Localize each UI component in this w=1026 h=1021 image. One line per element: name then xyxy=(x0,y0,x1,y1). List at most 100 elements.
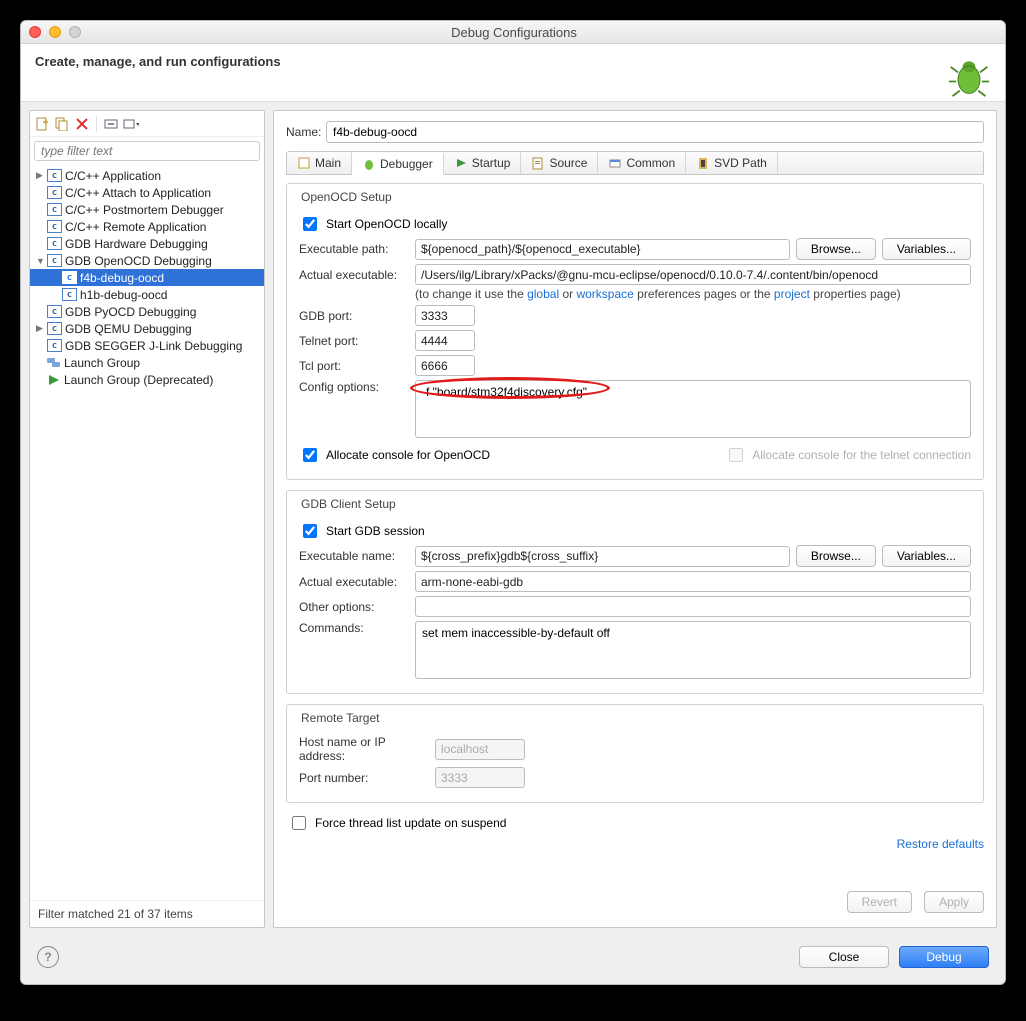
workspace-link[interactable]: workspace xyxy=(576,287,633,301)
start-gdb-checkbox[interactable] xyxy=(303,524,317,538)
alloc-console-checkbox[interactable] xyxy=(303,448,317,462)
tree-item-c-remote[interactable]: cC/C++ Remote Application xyxy=(30,218,264,235)
tab-label: Startup xyxy=(472,156,511,170)
tree-label: GDB PyOCD Debugging xyxy=(65,305,196,319)
gdb-other-input[interactable] xyxy=(415,596,971,617)
remote-port-input xyxy=(435,767,525,788)
launch-group-green-icon xyxy=(47,373,61,386)
delete-config-icon[interactable] xyxy=(74,116,90,132)
telnet-port-input[interactable] xyxy=(415,330,475,351)
tab-svd-path[interactable]: SVD Path xyxy=(686,152,778,174)
exe-path-label: Executable path: xyxy=(299,242,409,256)
gdb-exe-name-label: Executable name: xyxy=(299,549,409,563)
tree-item-gdb-hardware[interactable]: cGDB Hardware Debugging xyxy=(30,235,264,252)
config-name-input[interactable] xyxy=(326,121,984,143)
revert-button: Revert xyxy=(847,891,912,913)
tree-item-launch-group[interactable]: Launch Group xyxy=(30,354,264,371)
titlebar: Debug Configurations xyxy=(21,21,1005,44)
filter-input[interactable] xyxy=(34,141,260,161)
gdb-browse-button[interactable]: Browse... xyxy=(796,545,876,567)
tab-startup[interactable]: Startup xyxy=(444,152,522,174)
tree-label: GDB QEMU Debugging xyxy=(65,322,192,336)
change-note: (to change it use the global or workspac… xyxy=(415,287,901,301)
remote-target-group: Remote Target Host name or IP address: P… xyxy=(286,704,984,803)
remote-host-label: Host name or IP address: xyxy=(299,735,429,763)
main-tab-icon xyxy=(297,156,311,170)
tab-label: Common xyxy=(626,156,675,170)
gdb-exe-name-input[interactable] xyxy=(415,546,790,567)
config-options-textarea[interactable] xyxy=(415,380,971,438)
tree-item-c-attach[interactable]: cC/C++ Attach to Application xyxy=(30,184,264,201)
tree-item-c-postmortem[interactable]: cC/C++ Postmortem Debugger xyxy=(30,201,264,218)
tab-main[interactable]: Main xyxy=(287,152,352,174)
project-link[interactable]: project xyxy=(774,287,810,301)
start-openocd-label: Start OpenOCD locally xyxy=(326,217,447,231)
tree-label: f4b-debug-oocd xyxy=(80,271,164,285)
tree-item-launch-group-deprecated[interactable]: Launch Group (Deprecated) xyxy=(30,371,264,388)
window-title: Debug Configurations xyxy=(31,25,997,40)
gdb-commands-textarea[interactable] xyxy=(415,621,971,679)
tree-item-gdb-segger[interactable]: cGDB SEGGER J-Link Debugging xyxy=(30,337,264,354)
gdb-client-group: GDB Client Setup Start GDB session Execu… xyxy=(286,490,984,694)
tree-label: Launch Group (Deprecated) xyxy=(64,373,213,387)
gdb-port-input[interactable] xyxy=(415,305,475,326)
exe-path-input[interactable] xyxy=(415,239,790,260)
close-button[interactable]: Close xyxy=(799,946,889,968)
source-tab-icon xyxy=(531,156,545,170)
tree-label: C/C++ Application xyxy=(65,169,161,183)
gdb-port-label: GDB port: xyxy=(299,309,409,323)
help-icon[interactable]: ? xyxy=(37,946,59,968)
tree-item-gdb-qemu[interactable]: ▶cGDB QEMU Debugging xyxy=(30,320,264,337)
filter-status: Filter matched 21 of 37 items xyxy=(30,900,264,927)
tree-toolbar xyxy=(30,111,264,137)
variables-button[interactable]: Variables... xyxy=(882,238,971,260)
dialog-window: Debug Configurations Create, manage, and… xyxy=(20,20,1006,985)
debug-button[interactable]: Debug xyxy=(899,946,989,968)
config-options-label: Config options: xyxy=(299,380,409,394)
tree-item-h1b-debug-oocd[interactable]: ch1b-debug-oocd xyxy=(30,286,264,303)
gdb-commands-label: Commands: xyxy=(299,621,409,635)
tree-label: h1b-debug-oocd xyxy=(80,288,167,302)
tree-item-c-application[interactable]: ▶cC/C++ Application xyxy=(30,167,264,184)
alloc-telnet-checkbox xyxy=(729,448,743,462)
remote-group-title: Remote Target xyxy=(297,711,384,725)
tab-common[interactable]: Common xyxy=(598,152,686,174)
tree-label: C/C++ Attach to Application xyxy=(65,186,211,200)
openocd-group-title: OpenOCD Setup xyxy=(297,190,396,204)
common-tab-icon xyxy=(608,156,622,170)
new-config-icon[interactable] xyxy=(34,116,50,132)
launch-group-icon xyxy=(47,356,61,369)
tree-item-f4b-debug-oocd[interactable]: cf4b-debug-oocd xyxy=(30,269,264,286)
gdb-actual-exe-label: Actual executable: xyxy=(299,575,409,589)
duplicate-config-icon[interactable] xyxy=(54,116,70,132)
gdb-other-label: Other options: xyxy=(299,600,409,614)
collapse-all-icon[interactable] xyxy=(103,116,119,132)
tree-label: C/C++ Postmortem Debugger xyxy=(65,203,224,217)
tcl-port-label: Tcl port: xyxy=(299,359,409,373)
start-openocd-checkbox[interactable] xyxy=(303,217,317,231)
browse-button[interactable]: Browse... xyxy=(796,238,876,260)
header-subtitle: Create, manage, and run configurations xyxy=(35,54,281,99)
tab-label: Source xyxy=(549,156,587,170)
svd-tab-icon xyxy=(696,156,710,170)
gdb-group-title: GDB Client Setup xyxy=(297,497,400,511)
gdb-actual-exe-display xyxy=(415,571,971,592)
tree-label: C/C++ Remote Application xyxy=(65,220,206,234)
start-openocd-checkbox-row: Start OpenOCD locally xyxy=(299,214,971,234)
tree-item-gdb-pyocd[interactable]: cGDB PyOCD Debugging xyxy=(30,303,264,320)
restore-defaults-link[interactable]: Restore defaults xyxy=(897,837,984,851)
tree-label: GDB SEGGER J-Link Debugging xyxy=(65,339,242,353)
config-tree[interactable]: ▶cC/C++ Application cC/C++ Attach to App… xyxy=(30,165,264,900)
tcl-port-input[interactable] xyxy=(415,355,475,376)
gdb-variables-button[interactable]: Variables... xyxy=(882,545,971,567)
force-thread-checkbox[interactable] xyxy=(292,816,306,830)
tree-item-gdb-openocd[interactable]: ▼cGDB OpenOCD Debugging xyxy=(30,252,264,269)
tab-debugger[interactable]: Debugger xyxy=(352,153,444,175)
tree-label: GDB Hardware Debugging xyxy=(65,237,208,251)
apply-button: Apply xyxy=(924,891,984,913)
start-gdb-label: Start GDB session xyxy=(326,524,425,538)
tab-source[interactable]: Source xyxy=(521,152,598,174)
actual-exe-label: Actual executable: xyxy=(299,268,409,282)
global-link[interactable]: global xyxy=(527,287,559,301)
filter-dropdown-icon[interactable] xyxy=(123,116,139,132)
